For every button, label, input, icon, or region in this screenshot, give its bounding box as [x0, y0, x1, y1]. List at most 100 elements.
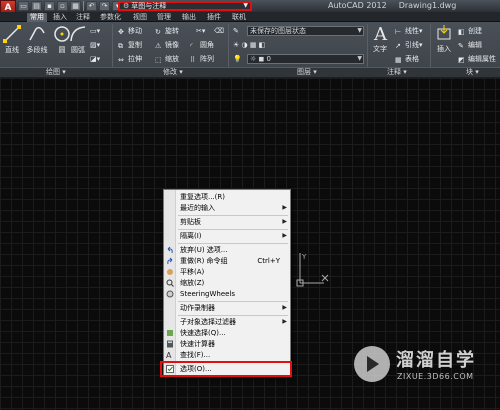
tab-home[interactable]: 常用	[27, 13, 47, 22]
menu-separator	[178, 215, 288, 216]
menu-item-quick-calc[interactable]: 快速计算器	[164, 339, 290, 349]
table-button[interactable]: ▦ 表格	[395, 54, 419, 64]
sun-icon: ☼ ◼	[250, 55, 267, 63]
menu-item-label: 放弃(U) 选项...	[180, 246, 228, 254]
calculator-icon	[167, 340, 173, 348]
polyline-tool[interactable]: 多段线	[24, 25, 50, 55]
array-button[interactable]: ⠿ 阵列	[190, 54, 214, 64]
stretch-button[interactable]: ⇔ 拉伸	[118, 54, 142, 64]
menu-item-subobject-filter[interactable]: 子对象选择过滤器 ▶	[164, 317, 290, 327]
line-icon	[3, 25, 21, 43]
file-name: Drawing1.dwg	[398, 1, 457, 10]
menu-separator	[178, 243, 288, 244]
tab-annotate[interactable]: 注释	[76, 13, 90, 22]
scale-button[interactable]: ⬚ 缩放	[155, 54, 179, 64]
mirror-icon: ⚠	[155, 42, 162, 50]
menu-item-shortcut: Ctrl+Y	[257, 257, 280, 265]
layer-properties-icon[interactable]: ✎	[233, 26, 239, 36]
arc-tool[interactable]: 圆弧	[68, 25, 88, 55]
tab-parametric[interactable]: 参数化	[100, 13, 121, 22]
polyline-label: 多段线	[26, 46, 48, 54]
menu-item-quick-select[interactable]: 快速选择(Q)...	[164, 328, 290, 338]
chevron-down-icon: ▼	[357, 55, 362, 62]
draw-panel-label: 绘图	[46, 68, 60, 76]
annotation-panel-title[interactable]: 注释 ▾	[387, 68, 407, 77]
layers-panel-title[interactable]: 图层 ▾	[297, 68, 317, 77]
zoom-icon	[166, 279, 174, 287]
workspace-switcher[interactable]: ⚙ 草图与注释 ▼	[118, 1, 252, 11]
copy-button[interactable]: ⧉ 复制	[118, 40, 142, 50]
menu-item-steeringwheels[interactable]: SteeringWheels	[164, 289, 290, 299]
gradient-icon[interactable]: ◪▾	[90, 54, 100, 64]
mirror-button[interactable]: ⚠ 镜像	[155, 40, 179, 50]
rotate-button[interactable]: ↻ 旋转	[155, 26, 179, 36]
menu-item-redo[interactable]: 重做(R) 命令组 Ctrl+Y	[164, 256, 290, 266]
text-tool[interactable]: A 文字	[370, 24, 390, 54]
leader-button[interactable]: ↗ 引线▾	[395, 40, 423, 50]
save-icon[interactable]: ▪	[44, 1, 55, 11]
edit-icon: ✎	[458, 42, 464, 50]
menu-item-label: 缩放(Z)	[180, 279, 205, 287]
edit-label: 编辑	[468, 41, 482, 49]
tab-manage[interactable]: 管理	[157, 13, 171, 22]
tab-output[interactable]: 输出	[182, 13, 196, 22]
menu-item-pan[interactable]: 平移(A)	[164, 267, 290, 277]
array-label: 阵列	[200, 55, 214, 63]
undo-icon[interactable]: ↶	[86, 1, 97, 11]
menu-item-repeat[interactable]: 重复选项...(R)	[164, 192, 290, 202]
create-block-button[interactable]: ◧ 创建	[458, 26, 482, 36]
menu-item-clipboard[interactable]: 剪贴板 ▶	[164, 217, 290, 227]
layer-bulb-icon[interactable]: 💡	[233, 54, 242, 64]
modify-panel-title[interactable]: 修改 ▾	[163, 68, 183, 77]
move-label: 移动	[128, 27, 142, 35]
ribbon-tab-bar: 常用 插入 注释 参数化 视图 管理 输出 插件 联机	[0, 12, 500, 22]
menu-item-label: 隔离(I)	[180, 232, 202, 240]
open-file-icon[interactable]: ▤	[31, 1, 42, 11]
fillet-icon: ◜	[190, 42, 193, 50]
tab-online[interactable]: 联机	[232, 13, 246, 22]
edit-block-button[interactable]: ✎ 编辑	[458, 40, 482, 50]
stretch-icon: ⇔	[118, 56, 124, 64]
edit-attributes-button[interactable]: ◩ 编辑属性	[458, 54, 496, 64]
save-as-icon[interactable]: ▫	[57, 1, 68, 11]
line-tool[interactable]: 直线	[1, 25, 23, 55]
tab-view[interactable]: 视图	[133, 13, 147, 22]
watermark: 溜溜自学 ZIXUE.3D66.COM	[350, 343, 490, 389]
layer-state-dropdown[interactable]: 未保存的图层状态 ▼	[247, 26, 364, 36]
copy-label: 复制	[128, 41, 142, 49]
trim-icon[interactable]: ✂▾	[196, 26, 205, 36]
hatch-icon[interactable]: ▨▾	[90, 40, 100, 50]
redo-icon[interactable]: ↷	[99, 1, 110, 11]
linear-dimension-button[interactable]: ⊢ 线性▾	[395, 26, 423, 36]
erase-icon[interactable]: ⌫	[214, 26, 224, 36]
chevron-down-icon: ▼	[243, 2, 248, 9]
stretch-label: 拉伸	[128, 55, 142, 63]
new-file-icon[interactable]: ▭	[18, 1, 29, 11]
layer-tools-icon[interactable]: ☀ ◑ ▦ ◧	[233, 40, 265, 50]
table-icon: ▦	[395, 56, 402, 64]
menu-item-zoom[interactable]: 缩放(Z)	[164, 278, 290, 288]
block-panel-title[interactable]: 块 ▾	[466, 68, 479, 77]
menu-item-isolate[interactable]: 隔离(I) ▶	[164, 231, 290, 241]
menu-item-find[interactable]: A 查找(F)...	[164, 350, 290, 360]
menu-item-recent-input[interactable]: 最近的输入 ▶	[164, 203, 290, 213]
menu-item-undo[interactable]: 放弃(U) 选项...	[164, 245, 290, 255]
window-title: AutoCAD 2012 Drawing1.dwg	[328, 1, 468, 10]
menu-item-action-recorder[interactable]: 动作录制器 ▶	[164, 303, 290, 313]
current-layer-dropdown[interactable]: ☼ ◼ 0 ▼	[247, 54, 364, 64]
workspace-label: 草图与注释	[131, 2, 167, 10]
table-label: 表格	[405, 55, 419, 63]
draw-panel-title[interactable]: 绘图 ▾	[46, 68, 66, 77]
fillet-button[interactable]: ◜ 圆角	[190, 40, 214, 50]
insert-block-tool[interactable]: 插入	[433, 24, 455, 54]
print-icon[interactable]: ▦	[70, 1, 81, 11]
move-button[interactable]: ✥ 移动	[118, 26, 142, 36]
steeringwheel-icon	[166, 290, 174, 298]
tab-plugins[interactable]: 插件	[207, 13, 221, 22]
block-panel-label: 块	[466, 68, 473, 76]
layers-panel-label: 图层	[297, 68, 311, 76]
rectangle-icon[interactable]: ▭▾	[90, 26, 100, 36]
tab-insert[interactable]: 插入	[53, 13, 67, 22]
leader-label: 引线	[405, 41, 419, 49]
scale-icon: ⬚	[155, 56, 162, 64]
